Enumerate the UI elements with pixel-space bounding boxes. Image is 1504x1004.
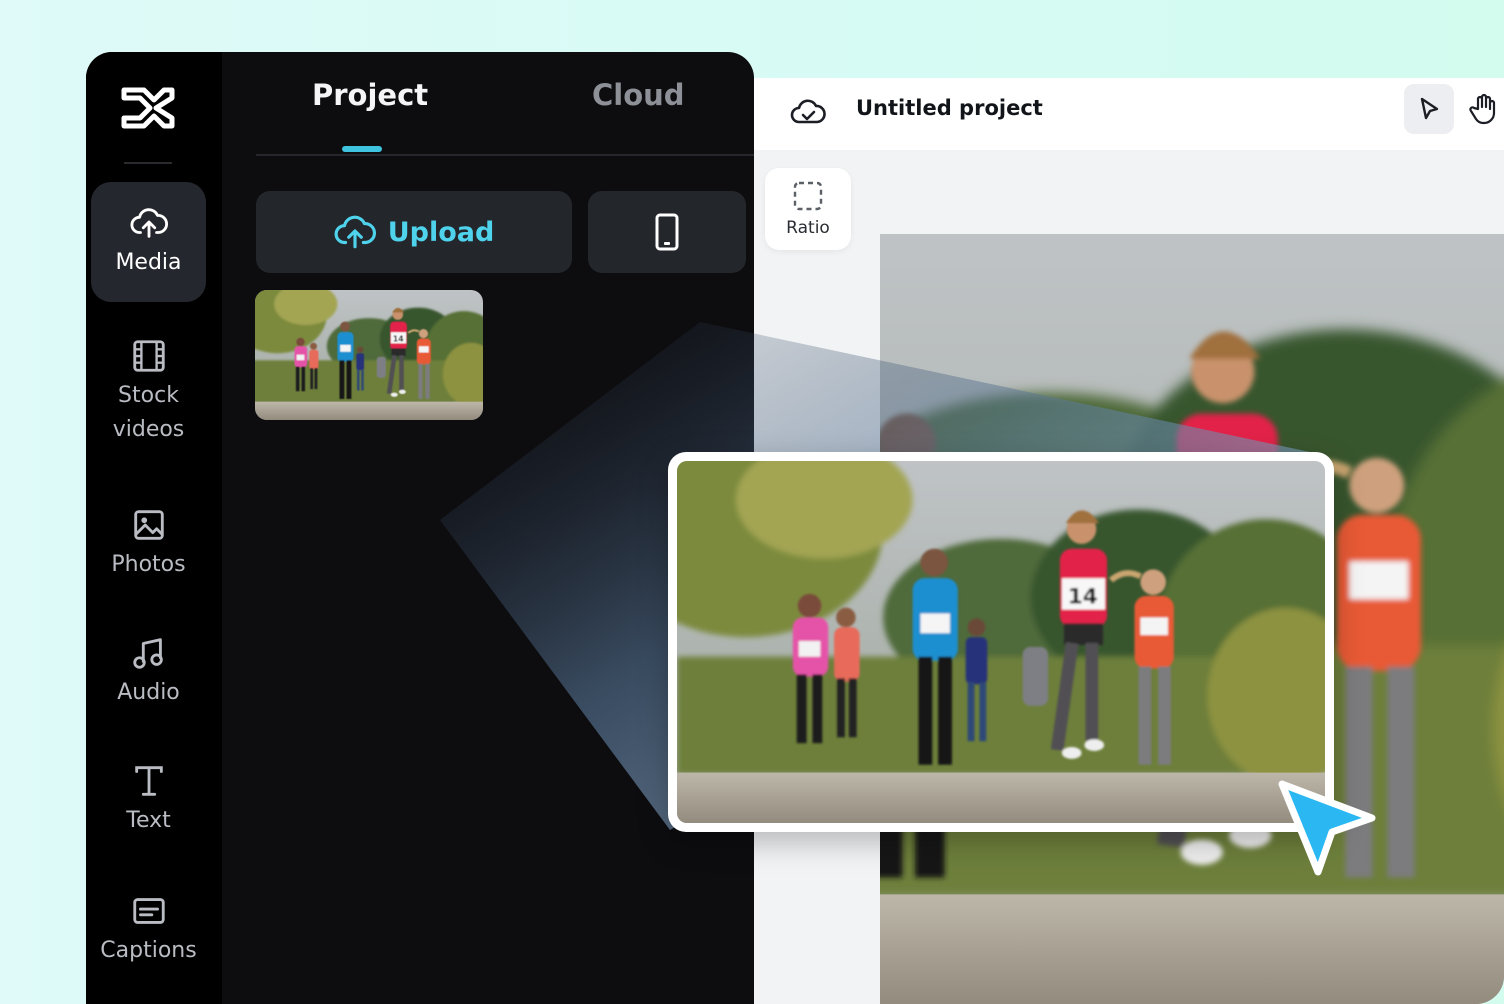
select-pointer-icon — [1420, 97, 1439, 120]
sidebar-item-label: Photos — [111, 551, 186, 577]
sidebar-item-text[interactable]: Text — [91, 740, 206, 860]
select-tool-button[interactable] — [1404, 84, 1454, 134]
capcut-logo-icon[interactable] — [120, 84, 176, 132]
image-icon — [133, 510, 164, 540]
sidebar-item-label: Text — [126, 807, 171, 833]
sidebar-item-media[interactable]: Media — [91, 182, 206, 302]
zoomed-preview-image — [677, 461, 1325, 823]
sidebar-item-captions[interactable]: Captions — [91, 870, 206, 990]
film-icon — [132, 340, 165, 372]
cloud-sync-icon[interactable] — [790, 94, 826, 130]
project-title[interactable]: Untitled project — [856, 96, 1043, 120]
runners-thumbnail-image — [255, 290, 483, 420]
music-note-icon — [132, 638, 163, 669]
hand-pan-icon — [1469, 93, 1496, 125]
sidebar-item-label: Audio — [117, 679, 180, 705]
sidebar-item-label: Stock videos — [112, 382, 185, 442]
ratio-button[interactable]: Ratio — [765, 168, 851, 250]
sidebar-item-label: Media — [115, 249, 182, 275]
aspect-ratio-icon — [793, 181, 823, 211]
cloud-upload-icon — [130, 208, 168, 238]
sidebar-item-photos[interactable]: Photos — [91, 484, 206, 604]
text-icon — [134, 766, 163, 796]
ratio-label: Ratio — [786, 218, 830, 238]
rail-separator — [124, 162, 172, 164]
tab-cloud[interactable]: Cloud — [592, 78, 685, 112]
upload-label: Upload — [387, 216, 495, 248]
captions-icon — [132, 898, 165, 924]
pointer-cursor-icon — [1278, 780, 1376, 876]
upload-button[interactable]: Upload — [256, 191, 572, 273]
zoomed-preview-card — [668, 452, 1334, 832]
sidebar-rail: Media Stock videos Photos Audio Text Cap… — [86, 52, 222, 1004]
phone-upload-button[interactable] — [588, 191, 746, 273]
hand-tool-button[interactable] — [1464, 84, 1504, 134]
media-thumbnail[interactable] — [255, 290, 483, 420]
tab-project[interactable]: Project — [312, 78, 428, 112]
app-screenshot: Media Stock videos Photos Audio Text Cap… — [0, 0, 1504, 1004]
sidebar-item-stock-videos[interactable]: Stock videos — [91, 327, 206, 457]
editor-shell: Media Stock videos Photos Audio Text Cap… — [86, 52, 754, 1004]
phone-icon — [655, 213, 679, 251]
editor-topbar: Untitled project — [754, 78, 1504, 150]
active-tab-indicator — [342, 146, 382, 152]
cloud-upload-icon — [334, 215, 376, 249]
sidebar-item-audio[interactable]: Audio — [91, 612, 206, 732]
panel-tabs: Project Cloud — [256, 52, 754, 156]
sidebar-item-label: Captions — [100, 937, 197, 963]
